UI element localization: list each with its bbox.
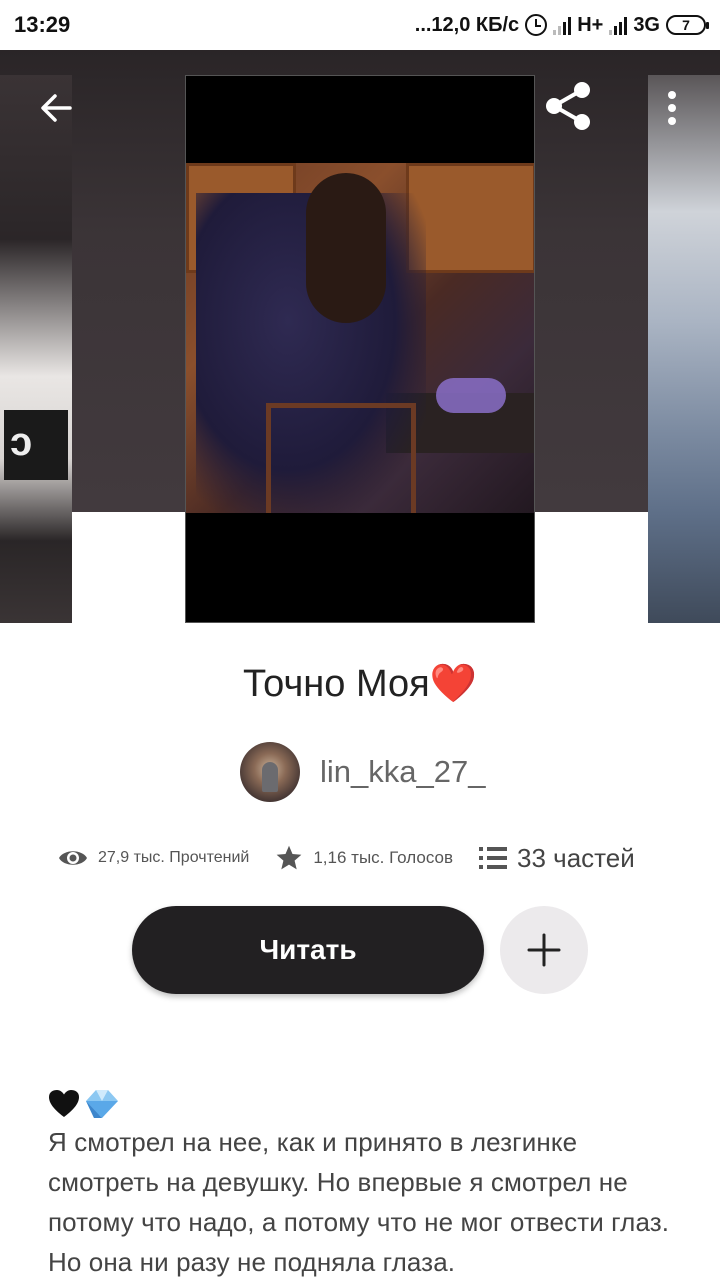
network-type-1: H+ — [577, 13, 604, 36]
description-emoji-row — [48, 1086, 688, 1122]
previous-story-cover[interactable] — [0, 75, 72, 623]
plus-icon — [527, 933, 561, 967]
read-button[interactable]: Читать — [132, 906, 484, 994]
cover-photo — [186, 163, 534, 513]
eye-icon — [59, 851, 87, 865]
story-description: Я смотрел на нее, как и принято в лезгин… — [48, 1086, 688, 1280]
parts-stat: 33 частей — [479, 843, 635, 874]
black-heart-emoji — [49, 1090, 79, 1117]
author-name[interactable]: lin_kka_27_ — [320, 754, 485, 790]
share-icon — [546, 82, 590, 130]
parts-count: 33 частей — [517, 842, 635, 873]
description-text: Я смотрел на нее, как и принято в лезгин… — [48, 1127, 670, 1277]
story-title: Точно Моя❤️ — [242, 663, 478, 705]
list-icon — [479, 847, 507, 869]
story-stats: 27,9 тыс. Прочтений 1,16 тыс. Голосов 33… — [58, 836, 678, 880]
avatar[interactable] — [240, 742, 300, 802]
votes-stat: 1,16 тыс. Голосов — [275, 844, 453, 872]
cover-art-detail — [306, 173, 386, 323]
votes-count: 1,16 тыс. Голосов — [313, 848, 453, 867]
signal-icon — [553, 15, 572, 35]
status-time: 13:29 — [14, 12, 71, 37]
arrow-left-icon — [41, 94, 72, 122]
author-row[interactable]: lin_kka_27_ — [240, 742, 485, 802]
alarm-icon — [525, 14, 548, 36]
more-vertical-icon — [668, 91, 676, 125]
diamond-emoji — [86, 1090, 118, 1118]
story-cover[interactable] — [185, 75, 535, 623]
next-story-cover[interactable] — [648, 75, 720, 623]
reads-count: 27,9 тыс. Прочтений — [98, 849, 250, 866]
cover-art-detail — [266, 403, 416, 513]
net-speed: ...12,0 КБ/с — [414, 13, 520, 36]
share-button[interactable] — [540, 78, 596, 134]
signal-icon-2 — [609, 15, 628, 35]
status-indicators: ...12,0 КБ/с H+ 3G 7 — [414, 13, 709, 37]
add-to-library-button[interactable] — [500, 906, 588, 994]
back-button[interactable] — [30, 82, 82, 134]
cover-art-detail — [4, 410, 68, 480]
more-options-button[interactable] — [650, 82, 694, 134]
star-icon — [276, 845, 302, 870]
network-type-2: 3G — [633, 13, 660, 36]
reads-stat: 27,9 тыс. Прочтений — [58, 847, 249, 869]
battery-icon: 7 — [666, 15, 709, 35]
status-bar: 13:29 ...12,0 КБ/с H+ 3G 7 — [0, 0, 720, 50]
cover-art-detail — [436, 378, 506, 413]
